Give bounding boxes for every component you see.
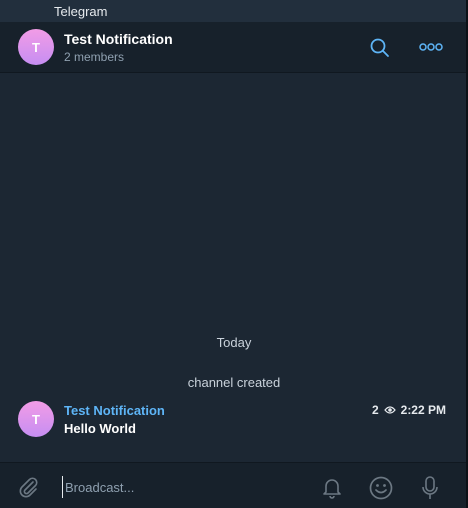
message-avatar[interactable]: T — [18, 401, 54, 437]
telegram-window: Telegram T Test Notification 2 members T… — [0, 0, 468, 508]
composer — [0, 462, 468, 508]
chat-header[interactable]: T Test Notification 2 members — [0, 22, 468, 73]
paperclip-icon[interactable] — [16, 475, 40, 499]
emoji-icon[interactable] — [368, 475, 394, 501]
bell-icon[interactable] — [320, 475, 344, 499]
service-message: channel created — [187, 375, 281, 390]
message-input[interactable] — [62, 476, 307, 498]
search-icon[interactable] — [368, 36, 392, 60]
message-time: 2:22 PM — [400, 403, 446, 417]
chat-avatar[interactable]: T — [18, 29, 54, 65]
members-count[interactable]: 2 members — [64, 50, 124, 64]
message-area[interactable]: Today channel created T Test Notificatio… — [0, 73, 468, 462]
date-separator: Today — [216, 335, 252, 350]
views-count: 2 — [371, 403, 379, 417]
message-text: Hello World — [64, 421, 136, 436]
message-meta: 2 2:22 PM — [372, 403, 446, 417]
eye-icon — [383, 405, 396, 415]
window-title: Telegram — [54, 4, 108, 19]
more-icon[interactable] — [418, 39, 444, 55]
chat-title[interactable]: Test Notification — [64, 31, 173, 47]
message-author[interactable]: Test Notification — [64, 403, 165, 418]
microphone-icon[interactable] — [420, 475, 440, 501]
title-bar: Telegram — [0, 0, 468, 22]
